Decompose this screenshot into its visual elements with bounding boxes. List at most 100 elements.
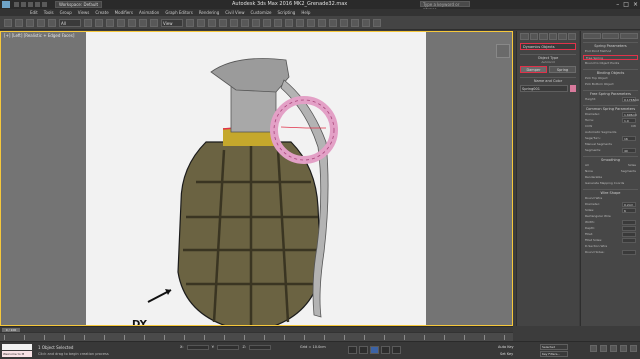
menu-create[interactable]: Create xyxy=(95,10,108,15)
orbit-icon[interactable] xyxy=(620,345,627,352)
turns-spinner[interactable]: 1.0 xyxy=(622,118,636,123)
pick-bottom-object-button[interactable]: Pick Bottom Object xyxy=(585,82,614,87)
track-bar[interactable] xyxy=(0,332,513,341)
round-wire-radio[interactable]: Round Wire xyxy=(585,196,602,201)
depth-spinner[interactable] xyxy=(622,226,636,231)
spring-button[interactable]: Spring xyxy=(549,66,576,73)
schematic-view-icon[interactable] xyxy=(329,18,337,27)
curve-editor-icon[interactable] xyxy=(318,18,326,27)
set-key-button[interactable]: Set Key xyxy=(500,352,513,356)
key-filters-button[interactable]: Key Filters... xyxy=(540,351,568,357)
previous-frame-icon[interactable] xyxy=(359,346,368,354)
menu-help[interactable]: Help xyxy=(301,10,310,15)
link-icon[interactable] xyxy=(26,18,34,27)
render-icon[interactable] xyxy=(373,18,381,27)
menu-views[interactable]: Views xyxy=(78,10,90,15)
create-tab-icon[interactable] xyxy=(520,33,529,40)
params-tab-1[interactable] xyxy=(583,33,601,39)
redo-icon[interactable] xyxy=(42,2,47,7)
damper-button[interactable]: Damper xyxy=(520,66,547,73)
window-crossing-icon[interactable] xyxy=(117,18,125,27)
autogrid-checkbox[interactable]: AutoGrid xyxy=(517,60,579,64)
smoothing-none-radio[interactable]: None xyxy=(585,169,593,174)
maxscript-output[interactable]: Welcome to M xyxy=(2,351,32,357)
next-frame-icon[interactable] xyxy=(381,346,390,354)
menu-graph-editors[interactable]: Graph Editors xyxy=(165,10,192,15)
rw-sides-spinner[interactable]: 6 xyxy=(622,208,636,213)
menu-rendering[interactable]: Rendering xyxy=(199,10,219,15)
height-spinner[interactable]: 0.1748cm xyxy=(622,97,639,102)
round-sides-spinner[interactable] xyxy=(622,250,636,255)
rotate-icon[interactable] xyxy=(139,18,147,27)
undo-icon[interactable] xyxy=(35,2,40,7)
free-spring-radio[interactable]: Free Spring xyxy=(586,56,603,60)
bound-to-pivots-radio[interactable]: Bound to Object Pivots xyxy=(585,61,619,66)
segs-turn-spinner[interactable]: 16 xyxy=(622,136,636,141)
rectangular-wire-radio[interactable]: Rectangular Wire xyxy=(585,214,611,219)
search-input[interactable]: Type a keyword or phrase xyxy=(420,1,470,12)
fillet-spinner[interactable] xyxy=(622,232,636,237)
auto-key-button[interactable]: Auto Key xyxy=(498,345,514,349)
save-icon[interactable] xyxy=(28,2,33,7)
generate-mapping-checkbox[interactable]: Generate Mapping Coords xyxy=(585,181,624,186)
maxscript-listener-input[interactable] xyxy=(2,344,32,350)
object-color-swatch[interactable] xyxy=(570,85,576,92)
smoothing-sides-radio[interactable]: Sides xyxy=(628,163,636,168)
select-object-icon[interactable] xyxy=(84,18,92,27)
utilities-tab-icon[interactable] xyxy=(567,33,576,40)
redo-icon[interactable] xyxy=(15,18,23,27)
hierarchy-tab-icon[interactable] xyxy=(539,33,548,40)
key-mode-dropdown[interactable]: Selected xyxy=(540,344,568,350)
close-button[interactable]: × xyxy=(633,1,638,8)
layer-manager-icon[interactable] xyxy=(296,18,304,27)
graphite-ribbon-icon[interactable] xyxy=(307,18,315,27)
named-selection-icon[interactable] xyxy=(263,18,271,27)
selection-filter-dropdown[interactable]: All xyxy=(59,18,81,27)
smoothing-segments-radio[interactable]: Segments xyxy=(621,169,636,174)
category-dropdown[interactable]: Dynamics Objects xyxy=(520,43,576,50)
automatic-segments-radio[interactable]: Automatic Segments xyxy=(585,130,616,135)
pick-top-object-button[interactable]: Pick Top Object xyxy=(585,76,608,81)
menu-tools[interactable]: Tools xyxy=(44,10,54,15)
diameter-spinner[interactable]: 1.696cm xyxy=(622,112,637,117)
spinner-snap-icon[interactable] xyxy=(252,18,260,27)
motion-tab-icon[interactable] xyxy=(548,33,557,40)
go-to-end-icon[interactable] xyxy=(392,346,401,354)
params-tab-3[interactable] xyxy=(620,33,639,39)
menu-animation[interactable]: Animation xyxy=(139,10,159,15)
workspace-dropdown[interactable]: Workspace: Default xyxy=(55,1,103,8)
common-spring-parameters-rollout[interactable]: Common Spring Parameters xyxy=(583,105,638,111)
rw-diameter-spinner[interactable]: 0.2cm xyxy=(622,202,636,207)
menu-modifiers[interactable]: Modifiers xyxy=(115,10,133,15)
manipulate-icon[interactable] xyxy=(197,18,205,27)
open-icon[interactable] xyxy=(21,2,26,7)
name-and-color-rollout[interactable]: Name and Color xyxy=(520,77,576,83)
width-spinner[interactable] xyxy=(622,220,636,225)
spring-parameters-rollout[interactable]: Spring Parameters xyxy=(583,42,638,48)
params-tab-2[interactable] xyxy=(601,33,620,39)
play-icon[interactable] xyxy=(370,346,379,354)
modify-tab-icon[interactable] xyxy=(529,33,538,40)
go-to-start-icon[interactable] xyxy=(348,346,357,354)
percent-snap-icon[interactable] xyxy=(241,18,249,27)
unlink-icon[interactable] xyxy=(37,18,45,27)
select-by-name-icon[interactable] xyxy=(95,18,103,27)
rendered-frame-icon[interactable] xyxy=(362,18,370,27)
menu-civil-view[interactable]: Civil View xyxy=(225,10,244,15)
menu-scripting[interactable]: Scripting xyxy=(278,10,296,15)
scale-icon[interactable] xyxy=(150,18,158,27)
zoom-all-icon[interactable] xyxy=(600,345,607,352)
viewport-left[interactable]: [+] [Left] [Realistic + Edged Faces] DY xyxy=(0,31,513,326)
pan-icon[interactable] xyxy=(610,345,617,352)
segments-spinner[interactable]: 40 xyxy=(622,148,636,153)
fillet-sides-spinner[interactable] xyxy=(622,238,636,243)
move-icon[interactable] xyxy=(128,18,136,27)
keyboard-shortcut-icon[interactable] xyxy=(208,18,216,27)
snaps-toggle-icon[interactable] xyxy=(219,18,227,27)
free-spring-parameters-rollout[interactable]: Free Spring Parameters xyxy=(583,90,638,96)
mirror-icon[interactable] xyxy=(274,18,282,27)
reference-coord-dropdown[interactable]: View xyxy=(161,18,183,27)
menu-customize[interactable]: Customize xyxy=(251,10,272,15)
material-editor-icon[interactable] xyxy=(340,18,348,27)
object-name-input[interactable]: Spring001 xyxy=(520,85,568,92)
